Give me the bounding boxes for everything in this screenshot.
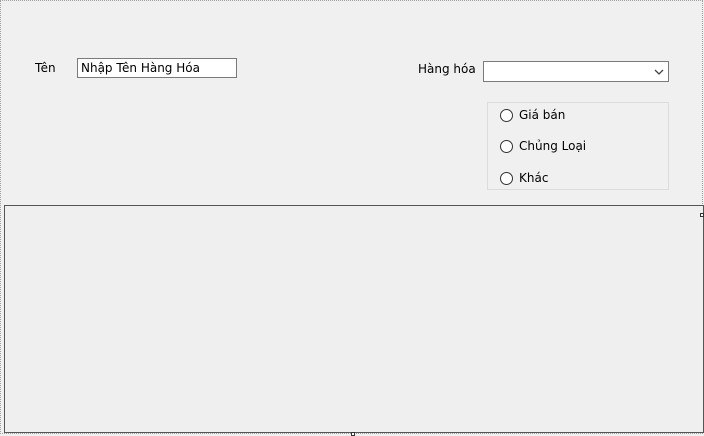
radio-other-circle[interactable] <box>500 171 513 185</box>
radio-other-label: Khác <box>519 171 549 185</box>
radio-other[interactable]: Khác <box>500 170 548 186</box>
chevron-down-icon[interactable] <box>653 66 665 78</box>
radio-category-label: Chủng Loại <box>519 139 587 153</box>
form-design-surface: Tên Hàng hóa Giá bán Chủng Loại Khác <box>0 0 704 436</box>
radio-price-circle[interactable] <box>500 108 513 122</box>
name-label: Tên <box>35 61 56 75</box>
radio-category-circle[interactable] <box>500 139 513 153</box>
resize-handle-right[interactable] <box>700 213 704 217</box>
resize-handle-bottom[interactable] <box>351 432 355 436</box>
product-label: Hàng hóa <box>418 62 476 76</box>
data-grid[interactable] <box>4 205 704 433</box>
name-input[interactable] <box>77 58 237 78</box>
product-dropdown[interactable] <box>483 61 669 82</box>
radio-price-label: Giá bán <box>519 108 566 122</box>
radio-price[interactable]: Giá bán <box>500 107 565 123</box>
filter-option-group: Giá bán Chủng Loại Khác <box>487 102 669 190</box>
radio-category[interactable]: Chủng Loại <box>500 138 586 154</box>
